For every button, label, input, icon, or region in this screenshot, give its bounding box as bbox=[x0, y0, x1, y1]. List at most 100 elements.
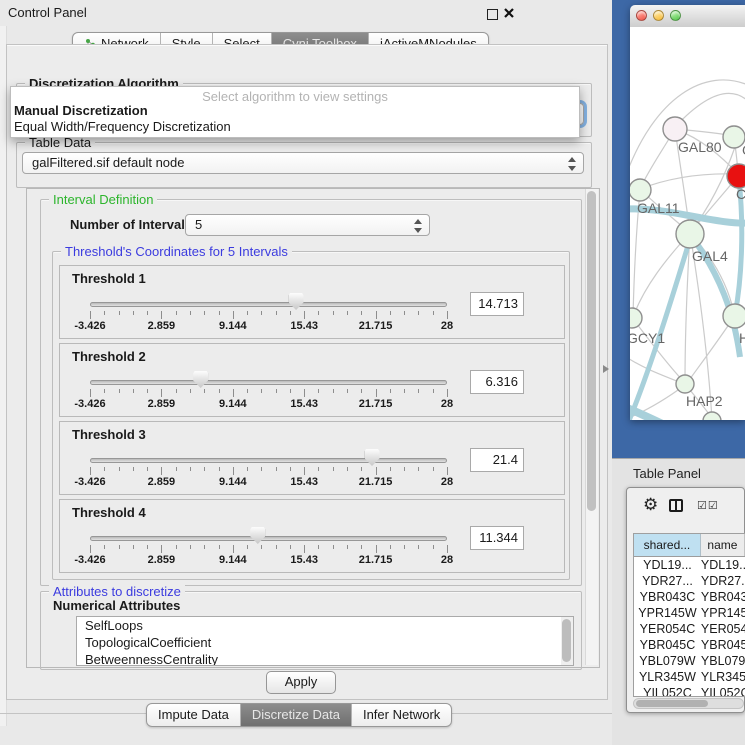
tick-mark bbox=[247, 311, 248, 315]
table-row[interactable]: YIL052CYIL052C bbox=[634, 685, 745, 697]
tick-mark bbox=[376, 467, 377, 475]
algorithm-option-equal-width-frequency-discretization[interactable]: Equal Width/Frequency Discretization bbox=[14, 119, 231, 134]
tick-mark bbox=[147, 389, 148, 393]
close-traffic-light[interactable] bbox=[636, 10, 647, 21]
tick-mark bbox=[433, 545, 434, 549]
cyni-mode-tabs: Impute DataDiscretize DataInfer Network bbox=[146, 703, 452, 727]
numerical-attributes-list[interactable]: SelfLoopsTopologicalCoefficientBetweenne… bbox=[76, 616, 574, 666]
table-row[interactable]: YPR145WYPR145W bbox=[634, 605, 745, 621]
tick-label: -3.426 bbox=[74, 554, 105, 566]
slider-thumb-icon[interactable] bbox=[193, 371, 208, 388]
gear-icon[interactable]: ⚙ bbox=[643, 495, 658, 515]
column-header-name[interactable]: name bbox=[701, 534, 745, 556]
network-node[interactable] bbox=[723, 304, 745, 328]
table-panel-title: Table Panel bbox=[633, 466, 701, 481]
table-cell: YBR045C bbox=[701, 637, 745, 653]
tab-discretize-data[interactable]: Discretize Data bbox=[240, 704, 351, 726]
float-window-icon[interactable] bbox=[487, 9, 498, 20]
tick-mark bbox=[447, 389, 448, 397]
tick-mark bbox=[304, 545, 305, 553]
close-icon[interactable] bbox=[503, 7, 515, 19]
threshold-value-input[interactable]: 14.713 bbox=[470, 292, 524, 316]
table-row[interactable]: YBL079WYBL079W bbox=[634, 653, 745, 669]
thresholds-group: Threshold's Coordinates for 5 Intervals … bbox=[52, 251, 570, 580]
table-row[interactable]: YDL19...YDL19... bbox=[634, 557, 745, 573]
algorithm-dropdown-popup: Select algorithm to view settings Manual… bbox=[10, 86, 580, 138]
select-columns-icon[interactable]: ☑☑ bbox=[697, 499, 719, 512]
tab-impute-data[interactable]: Impute Data bbox=[147, 704, 240, 726]
tick-mark bbox=[333, 545, 334, 549]
table-cell: YBL079W bbox=[634, 653, 701, 669]
tick-mark bbox=[219, 545, 220, 549]
network-node[interactable] bbox=[630, 308, 642, 328]
slider-track[interactable] bbox=[90, 458, 447, 463]
list-scrollbar[interactable] bbox=[561, 617, 573, 665]
slider-thumb-icon[interactable] bbox=[289, 293, 304, 310]
minimize-traffic-light[interactable] bbox=[653, 10, 664, 21]
tick-mark bbox=[361, 389, 362, 393]
network-edge-thick[interactable] bbox=[630, 407, 692, 420]
split-columns-icon[interactable] bbox=[669, 499, 683, 512]
tick-mark bbox=[133, 311, 134, 315]
network-node[interactable] bbox=[676, 220, 704, 248]
scrollbar-thumb[interactable] bbox=[562, 619, 571, 662]
attribute-item-topologicalcoefficient[interactable]: TopologicalCoefficient bbox=[77, 634, 573, 651]
scrollbar-thumb[interactable] bbox=[636, 700, 708, 707]
network-canvas[interactable]: GAL80GCGAL11GAL4GCY1HHAP2 bbox=[630, 27, 745, 420]
table-row[interactable]: YER054CYER054C bbox=[634, 621, 745, 637]
tick-mark bbox=[247, 545, 248, 549]
network-node[interactable] bbox=[630, 179, 651, 201]
slider-track[interactable] bbox=[90, 302, 447, 307]
tick-mark bbox=[104, 467, 105, 471]
slider-track[interactable] bbox=[90, 380, 447, 385]
apply-button[interactable]: Apply bbox=[266, 671, 336, 694]
tab-infer-network[interactable]: Infer Network bbox=[351, 704, 451, 726]
threshold-label: Threshold 1 bbox=[72, 271, 146, 286]
network-window-titlebar[interactable] bbox=[630, 5, 745, 28]
table-cell: YIL052C bbox=[701, 685, 745, 697]
table-data-combobox[interactable]: galFiltered.sif default node bbox=[22, 152, 584, 174]
column-header-shared[interactable]: shared... bbox=[634, 534, 701, 556]
tick-mark bbox=[233, 545, 234, 553]
threshold-value-input[interactable]: 6.316 bbox=[470, 370, 524, 394]
node-label: GAL80 bbox=[678, 139, 722, 155]
tick-mark bbox=[376, 389, 377, 397]
tick-mark bbox=[190, 311, 191, 315]
network-node[interactable] bbox=[727, 164, 745, 188]
table-row[interactable]: YDR27...YDR27... bbox=[634, 573, 745, 589]
slider-thumb-icon[interactable] bbox=[365, 449, 380, 466]
attribute-item-betweennesscentrality[interactable]: BetweennessCentrality bbox=[77, 651, 573, 666]
algorithm-option-manual-discretization[interactable]: Manual Discretization bbox=[14, 103, 148, 118]
tick-mark bbox=[161, 311, 162, 319]
threshold-value-input[interactable]: 21.4 bbox=[470, 448, 524, 472]
slider-thumb-icon[interactable] bbox=[250, 527, 265, 544]
slider-tick-labels: -3.4262.8599.14415.4321.71528 bbox=[90, 320, 447, 332]
table-row[interactable]: YBR045CYBR045C bbox=[634, 637, 745, 653]
network-node[interactable] bbox=[663, 117, 687, 141]
table-row[interactable]: YBR043CYBR043C bbox=[634, 589, 745, 605]
node-label: GAL11 bbox=[637, 200, 680, 216]
network-edge[interactable] bbox=[687, 317, 734, 383]
network-node[interactable] bbox=[703, 412, 721, 420]
vertical-scrollbar[interactable] bbox=[585, 189, 598, 665]
table-cell: YDL19... bbox=[701, 557, 745, 573]
tick-mark bbox=[304, 311, 305, 319]
attribute-item-selfloops[interactable]: SelfLoops bbox=[77, 617, 573, 634]
horizontal-scrollbar[interactable] bbox=[633, 698, 744, 709]
tick-mark bbox=[147, 311, 148, 315]
scrollbar-thumb[interactable] bbox=[587, 191, 596, 511]
threshold-row: Threshold 2-3.4262.8599.14415.4321.71528… bbox=[59, 343, 565, 417]
tick-mark bbox=[119, 467, 120, 471]
network-edge[interactable] bbox=[630, 357, 684, 384]
network-graph[interactable]: GAL80GCGAL11GAL4GCY1HHAP2 bbox=[630, 27, 745, 420]
number-of-intervals-combobox[interactable]: 5 bbox=[185, 214, 430, 236]
network-node[interactable] bbox=[676, 375, 694, 393]
zoom-traffic-light[interactable] bbox=[670, 10, 681, 21]
slider-track[interactable] bbox=[90, 536, 447, 541]
tick-mark bbox=[304, 389, 305, 397]
table-cell: YLR345W bbox=[634, 669, 701, 685]
threshold-value-input[interactable]: 11.344 bbox=[470, 526, 524, 550]
table-row[interactable]: YLR345WYLR345W bbox=[634, 669, 745, 685]
tick-label: 28 bbox=[441, 476, 453, 488]
tick-mark bbox=[418, 545, 419, 549]
